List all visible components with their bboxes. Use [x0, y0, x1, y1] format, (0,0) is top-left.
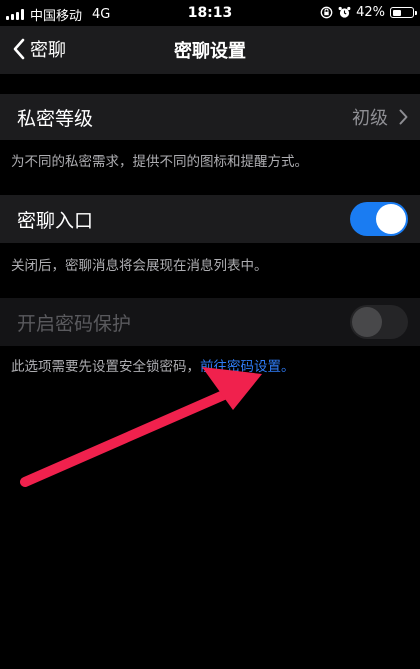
annotation-arrow [20, 367, 262, 487]
